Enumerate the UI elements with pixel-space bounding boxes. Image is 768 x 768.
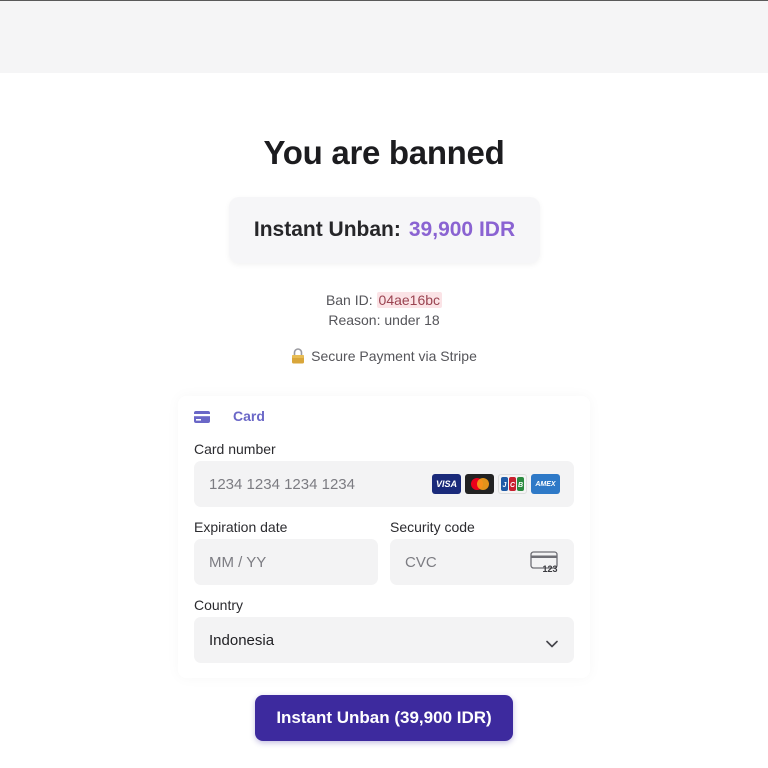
card-number-label: Card number xyxy=(194,441,276,457)
expiration-label: Expiration date xyxy=(194,519,288,535)
svg-text:123: 123 xyxy=(542,564,557,573)
country-value: Indonesia xyxy=(209,631,275,649)
expiration-placeholder: MM / YY xyxy=(209,553,267,571)
card-number-input[interactable]: 1234 1234 1234 1234 VISA J C B AMEX xyxy=(194,461,574,507)
visa-icon: VISA xyxy=(432,474,461,494)
credit-card-icon xyxy=(194,410,210,423)
secure-payment-text: Secure Payment via Stripe xyxy=(311,348,477,364)
country-label: Country xyxy=(194,597,244,613)
jcb-icon: J C B xyxy=(498,474,527,494)
amex-icon: AMEX xyxy=(531,474,560,494)
ban-details: Ban ID: 04ae16bc Reason: under 18 xyxy=(0,290,768,330)
page-title: You are banned xyxy=(263,134,505,171)
security-code-label: Security code xyxy=(390,519,475,535)
svg-text:B: B xyxy=(518,482,523,489)
card-number-placeholder: 1234 1234 1234 1234 xyxy=(209,475,355,493)
cvc-card-icon: 123 xyxy=(530,551,560,574)
ban-id-value: 04ae16bc xyxy=(376,292,443,308)
mastercard-icon xyxy=(465,474,494,494)
secure-payment-note: Secure Payment via Stripe xyxy=(0,348,768,364)
country-select[interactable]: Indonesia xyxy=(194,617,574,663)
tab-card-label: Card xyxy=(233,408,265,424)
tab-card[interactable]: Card xyxy=(194,408,265,424)
header-bar xyxy=(0,1,768,73)
instant-unban-button[interactable]: Instant Unban (39,900 IDR) xyxy=(255,695,513,741)
lock-icon xyxy=(291,348,305,364)
price-label: Instant Unban: xyxy=(253,218,401,241)
security-code-placeholder: CVC xyxy=(405,553,437,571)
expiration-input[interactable]: MM / YY xyxy=(194,539,378,585)
ban-reason-value: under 18 xyxy=(384,312,440,328)
price-card: Instant Unban: 39,900 IDR xyxy=(229,197,540,263)
chevron-down-icon xyxy=(546,635,558,648)
security-code-input[interactable]: CVC 123 xyxy=(390,539,574,585)
card-brands: VISA J C B AMEX xyxy=(432,474,560,494)
ban-id-line: Ban ID: 04ae16bc xyxy=(0,290,768,310)
ban-reason-line: Reason: under 18 xyxy=(0,310,768,330)
ban-reason-label: Reason: xyxy=(328,312,381,328)
price-amount: 39,900 IDR xyxy=(408,218,516,241)
ban-id-label: Ban ID: xyxy=(325,292,373,308)
